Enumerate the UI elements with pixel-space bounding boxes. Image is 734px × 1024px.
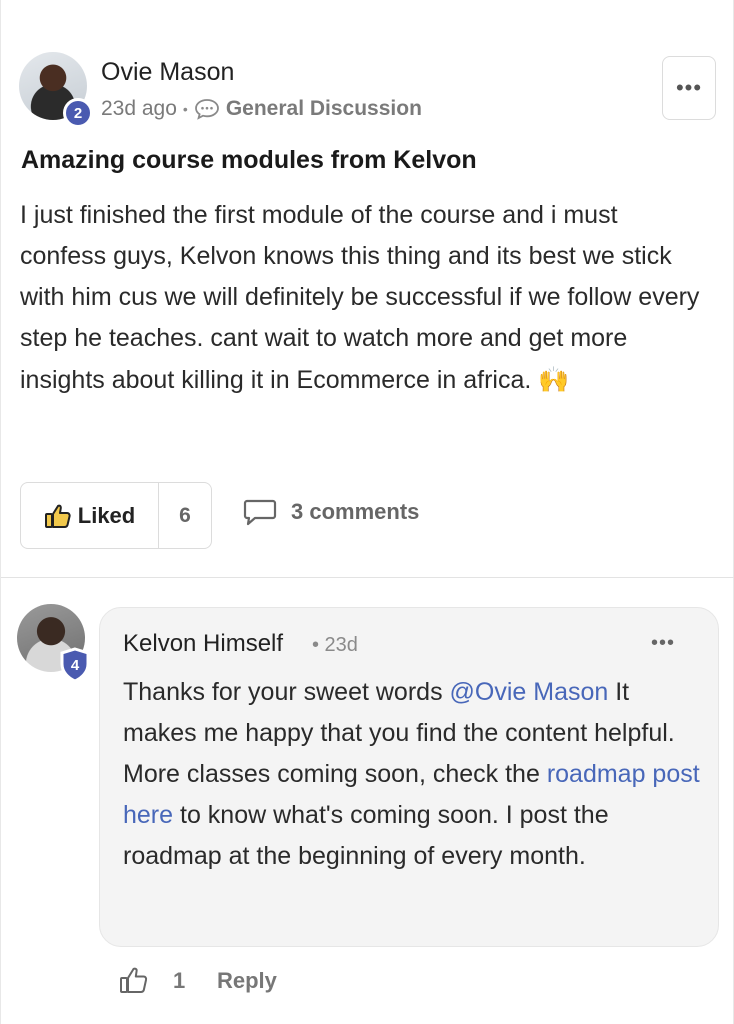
more-horizontal-icon: ••• [651, 632, 676, 654]
comment-body: Thanks for your sweet words @Ovie Mason … [123, 672, 703, 877]
comment-like-button[interactable] [118, 965, 150, 1000]
comment-more-button[interactable]: ••• [651, 632, 675, 655]
comment-like-count: 1 [173, 968, 186, 993]
thumbs-up-outline-icon [120, 967, 148, 993]
community-feed: 2 Ovie Mason 23d ago • General Discussio… [0, 0, 734, 1024]
comments-button[interactable]: 3 comments [243, 497, 419, 527]
comment-text-3: to know what's coming soon. I post the r… [123, 801, 609, 870]
comment-icon [243, 499, 277, 526]
post-more-button[interactable]: ••• [662, 56, 716, 120]
reply-button[interactable]: Reply [217, 968, 277, 994]
thumbs-up-filled-icon [44, 504, 71, 528]
liked-button[interactable]: Liked [21, 483, 159, 548]
more-horizontal-icon: ••• [675, 75, 703, 100]
raised-hands-emoji: 🙌 [538, 365, 570, 394]
post-body-text: I just finished the first module of the … [20, 201, 700, 394]
post-time: 23d ago [101, 97, 177, 120]
comment-author-level: 4 [71, 657, 80, 674]
chat-bubble-icon [194, 99, 219, 120]
post-title: Amazing course modules from Kelvon [21, 146, 477, 174]
post-body: I just finished the first module of the … [20, 195, 700, 401]
post-author-name[interactable]: Ovie Mason [101, 58, 234, 87]
post-card: 2 Ovie Mason 23d ago • General Discussio… [1, 0, 734, 578]
like-button-group: Liked 6 [20, 482, 212, 549]
liked-label: Liked [77, 502, 136, 528]
post-meta: 23d ago • General Discussion [101, 97, 422, 121]
comments-label: 3 comments [291, 499, 420, 524]
mention-link[interactable]: @Ovie Mason [450, 678, 609, 706]
post-category-link[interactable]: General Discussion [226, 97, 422, 121]
comment-time: • 23d [312, 634, 358, 656]
comment-text-1: Thanks for your sweet words [123, 678, 450, 706]
like-count[interactable]: 6 [159, 483, 211, 548]
comment-author-name[interactable]: Kelvon Himself [123, 630, 283, 658]
shield-badge-icon: 4 [60, 647, 90, 683]
meta-separator: • [182, 101, 188, 117]
post-author-level-badge: 2 [63, 98, 93, 128]
